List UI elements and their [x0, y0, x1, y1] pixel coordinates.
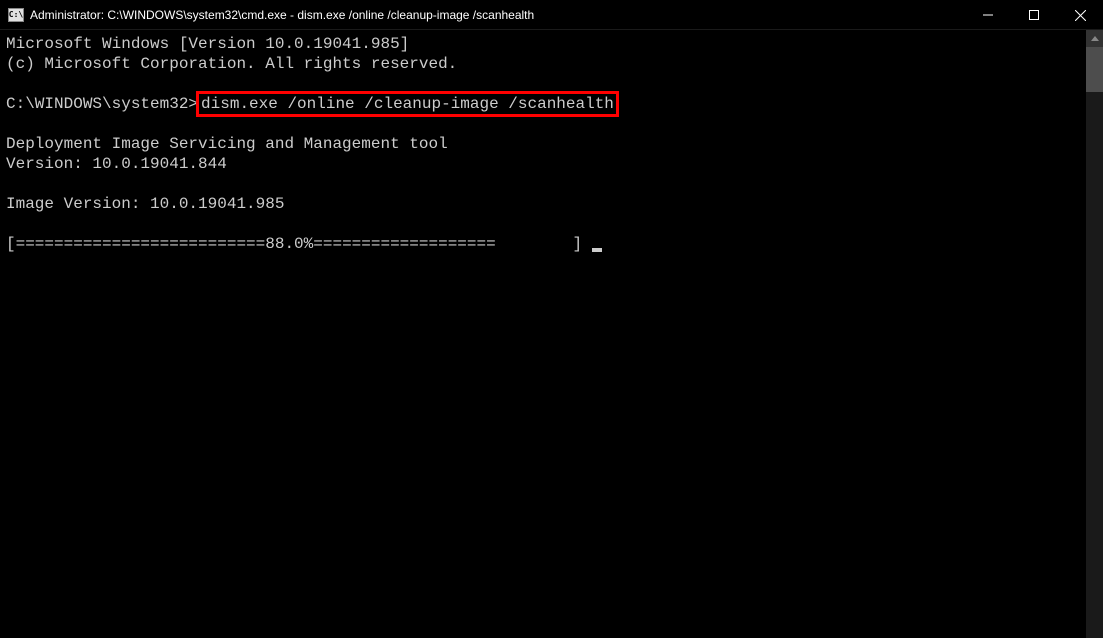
titlebar-left: C:\ Administrator: C:\WINDOWS\system32\c…: [8, 8, 534, 22]
text-cursor: [592, 248, 602, 252]
progress-left: [==========================: [6, 235, 265, 253]
window-controls: [965, 0, 1103, 29]
close-button[interactable]: [1057, 0, 1103, 30]
tool-name-line: Deployment Image Servicing and Managemen…: [6, 135, 448, 153]
prompt-text: C:\WINDOWS\system32>: [6, 95, 198, 113]
copyright-line: (c) Microsoft Corporation. All rights re…: [6, 55, 457, 73]
terminal-area: Microsoft Windows [Version 10.0.19041.98…: [0, 30, 1103, 638]
scroll-up-button[interactable]: [1086, 30, 1103, 47]
cmd-icon: C:\: [8, 8, 24, 22]
maximize-button[interactable]: [1011, 0, 1057, 30]
progress-close-bracket: ]: [573, 235, 592, 253]
close-icon: [1075, 10, 1086, 21]
progress-bar: [==========================88.0%========…: [6, 235, 592, 253]
minimize-icon: [983, 10, 993, 20]
progress-percent: 88.0%: [265, 235, 313, 253]
scroll-thumb[interactable]: [1086, 47, 1103, 92]
tool-version-line: Version: 10.0.19041.844: [6, 155, 227, 173]
vertical-scrollbar[interactable]: [1086, 30, 1103, 638]
cmd-window: C:\ Administrator: C:\WINDOWS\system32\c…: [0, 0, 1103, 638]
minimize-button[interactable]: [965, 0, 1011, 30]
command-text: dism.exe /online /cleanup-image /scanhea…: [201, 95, 614, 113]
terminal-content[interactable]: Microsoft Windows [Version 10.0.19041.98…: [0, 30, 1086, 638]
window-title: Administrator: C:\WINDOWS\system32\cmd.e…: [30, 8, 534, 22]
image-version-line: Image Version: 10.0.19041.985: [6, 195, 284, 213]
progress-right: ===================: [313, 235, 495, 253]
maximize-icon: [1029, 10, 1039, 20]
command-highlight: dism.exe /online /cleanup-image /scanhea…: [196, 91, 619, 117]
titlebar[interactable]: C:\ Administrator: C:\WINDOWS\system32\c…: [0, 0, 1103, 30]
os-version-line: Microsoft Windows [Version 10.0.19041.98…: [6, 35, 409, 53]
progress-spaces: [496, 235, 573, 253]
